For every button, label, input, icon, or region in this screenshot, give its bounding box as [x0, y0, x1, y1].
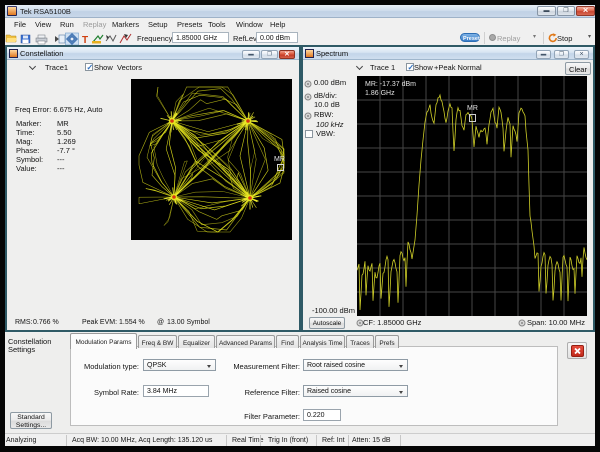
svg-text:T: T — [82, 35, 88, 45]
